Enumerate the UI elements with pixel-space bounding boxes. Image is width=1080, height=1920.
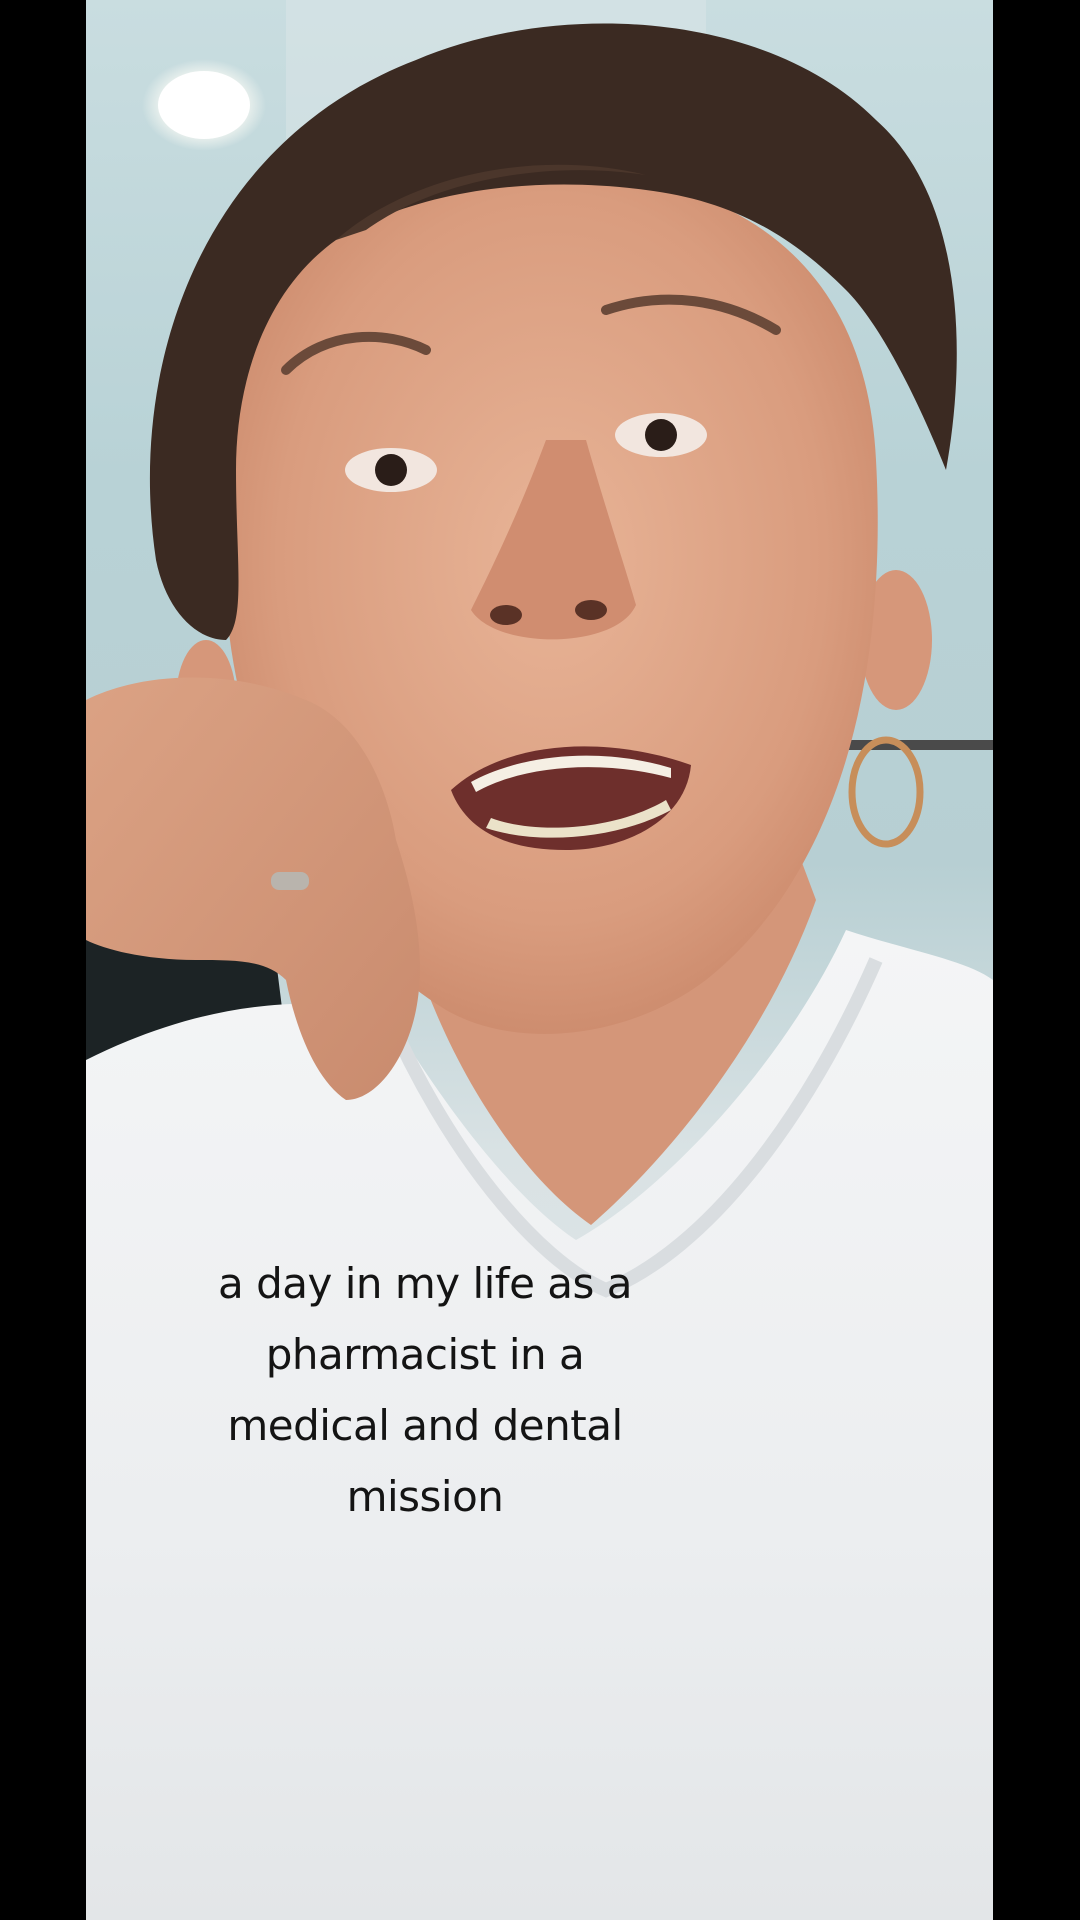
letterbox-left [0,0,86,1920]
ceiling-light-icon [142,59,266,151]
video-caption: a day in my life as a pharmacist in a me… [180,1248,670,1532]
right-pupil [645,419,677,451]
letterbox-right [993,0,1080,1920]
left-pupil [375,454,407,486]
video-scene [86,0,993,1920]
right-nostril [575,600,607,620]
caption-line-1: a day in my life as a [218,1259,632,1308]
ring [271,872,309,890]
caption-line-3: medical and dental [227,1401,623,1450]
video-frame[interactable] [86,0,993,1920]
caption-line-2: pharmacist in a [265,1330,585,1379]
video-screen[interactable]: a day in my life as a pharmacist in a me… [0,0,1080,1920]
earring [848,736,924,848]
left-nostril [490,605,522,625]
caption-line-4: mission [346,1472,504,1521]
